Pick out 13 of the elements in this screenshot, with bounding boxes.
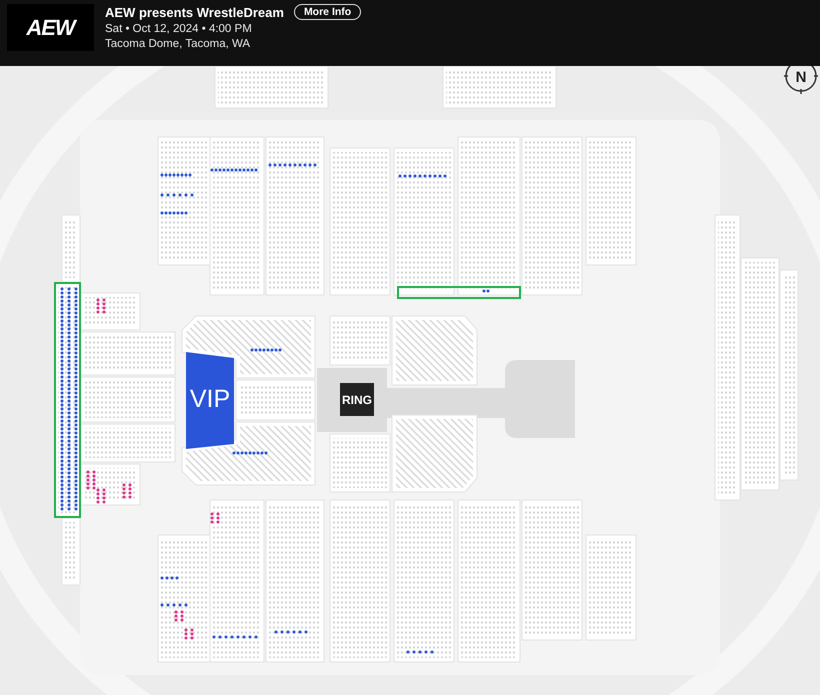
event-title: AEW presents WrestleDream [105,4,284,20]
selected-row-outline[interactable] [397,286,521,299]
vip-label: VIP [190,385,230,413]
ring-area[interactable] [340,383,374,416]
event-date: Sat • Oct 12, 2024 • 4:00 PM [105,23,252,35]
event-logo: AEW [7,4,94,51]
seating-section[interactable] [54,282,81,518]
compass-north-label: N [796,69,806,86]
event-venue: Tacoma Dome, Tacoma, WA [105,38,250,50]
ring-label: RING [342,393,372,407]
vip-area[interactable] [186,352,234,449]
more-info-button[interactable]: More Info [294,4,362,20]
compass-icon [783,66,819,95]
